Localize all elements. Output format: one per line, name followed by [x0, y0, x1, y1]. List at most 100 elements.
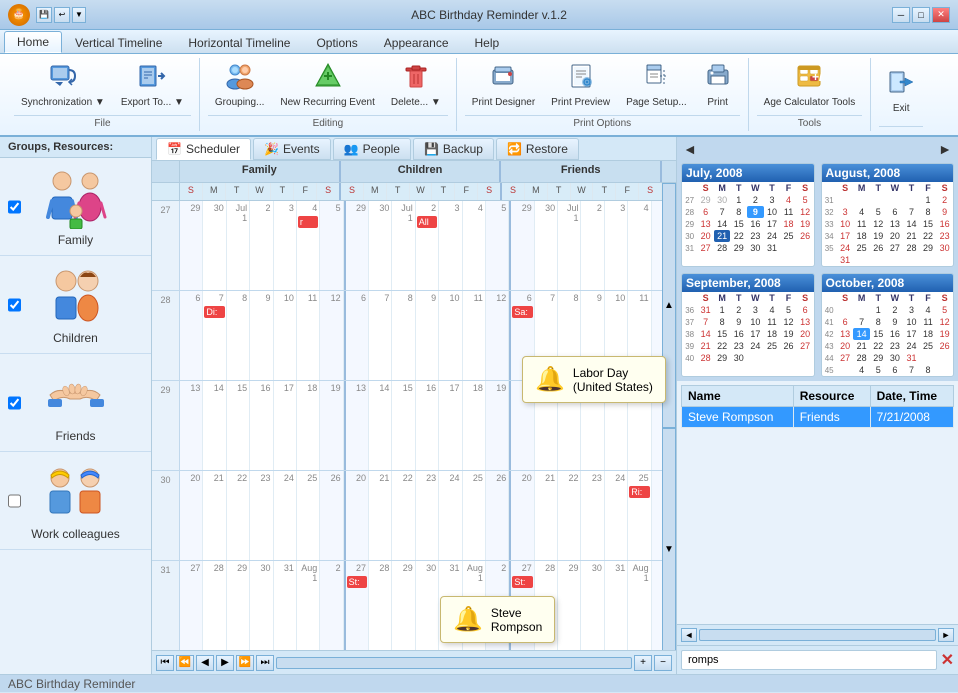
sched-day-cell[interactable]: 30 [581, 561, 604, 650]
cal-day[interactable] [903, 194, 920, 206]
cal-day[interactable]: 12 [780, 316, 797, 328]
page-setup-button[interactable]: Page Setup... [619, 58, 694, 113]
cal-day[interactable]: 3 [764, 194, 781, 206]
cal-day[interactable]: 6 [797, 304, 814, 316]
sched-day-cell[interactable]: 23 [416, 471, 439, 560]
cal-day[interactable]: 9 [730, 316, 747, 328]
sched-day-cell[interactable]: 25Ri: [628, 471, 651, 560]
cal-day[interactable]: 16 [730, 328, 747, 340]
cal-day[interactable] [837, 194, 854, 206]
cal-day[interactable]: 26 [797, 230, 814, 242]
cal-day[interactable]: 19 [797, 218, 814, 230]
cal-day[interactable]: 17 [903, 328, 920, 340]
cal-day[interactable] [936, 364, 953, 376]
cal-day[interactable]: 7 [903, 206, 920, 218]
event-item[interactable]: Sa: [512, 306, 532, 318]
cal-day[interactable] [936, 352, 953, 364]
rpanel-nav-right[interactable]: ► [938, 628, 954, 642]
friends-checkbox[interactable] [8, 396, 21, 409]
event-item[interactable]: Di: [204, 306, 224, 318]
cal-day[interactable]: 21 [853, 340, 870, 352]
sched-day-cell[interactable]: Jul 1 [392, 201, 415, 290]
event-item[interactable]: All [417, 216, 437, 228]
sched-day-cell[interactable]: 3 [274, 201, 297, 290]
sched-day-cell[interactable]: 24 [439, 471, 462, 560]
cal-day[interactable]: 6 [837, 316, 854, 328]
cal-day[interactable]: 27 [837, 352, 854, 364]
sched-day-cell[interactable]: 30 [369, 201, 392, 290]
cal-day-selected[interactable]: 21 [714, 230, 731, 242]
cal-day[interactable] [920, 352, 937, 364]
sidebar-item-work[interactable]: Work colleagues [0, 452, 151, 550]
cal-day[interactable]: 31 [903, 352, 920, 364]
cal-day[interactable]: 23 [730, 340, 747, 352]
cal-day[interactable] [797, 352, 814, 364]
cal-day[interactable]: 18 [764, 328, 781, 340]
sched-day-cell[interactable]: 11 [297, 291, 320, 380]
sched-day-cell[interactable]: 14 [369, 381, 392, 470]
sched-day-cell[interactable]: 9 [416, 291, 439, 380]
nav-first[interactable]: ⏮ [156, 655, 174, 671]
sched-day-cell[interactable]: 16 [250, 381, 273, 470]
cal-day[interactable]: 28 [903, 242, 920, 254]
sched-day-cell[interactable]: Jul 1 [227, 201, 250, 290]
sched-day-cell[interactable]: 8 [392, 291, 415, 380]
cal-day[interactable]: 28 [697, 352, 714, 364]
cal-day[interactable] [936, 254, 953, 266]
cal-day[interactable]: 6 [887, 206, 904, 218]
sched-day-cell[interactable]: 20 [511, 471, 534, 560]
sched-day-cell[interactable]: Jul 1 [558, 201, 581, 290]
cal-day[interactable]: 31 [697, 304, 714, 316]
cal-day[interactable]: 4 [920, 304, 937, 316]
sched-day-cell[interactable]: 25 [297, 471, 320, 560]
cal-day[interactable]: 22 [730, 230, 747, 242]
cal-day[interactable]: 2 [887, 304, 904, 316]
cal-day[interactable]: 23 [936, 230, 953, 242]
sched-day-cell[interactable]: 22 [392, 471, 415, 560]
sched-day-cell[interactable]: 6 [180, 291, 203, 380]
sched-day-cell[interactable]: 21 [203, 471, 226, 560]
print-designer-button[interactable]: Print Designer [465, 58, 542, 113]
cal-day[interactable]: 27 [697, 242, 714, 254]
cal-day[interactable] [780, 242, 797, 254]
cal-day[interactable]: 5 [780, 304, 797, 316]
sched-day-cell[interactable]: 31 [274, 561, 297, 650]
tab-home[interactable]: Home [4, 31, 62, 53]
sched-day-cell[interactable]: 23 [250, 471, 273, 560]
sched-day-cell[interactable]: 29 [346, 201, 369, 290]
sidebar-item-friends[interactable]: Friends [0, 354, 151, 452]
cal-day[interactable]: 11 [764, 316, 781, 328]
cal-day[interactable]: 3 [747, 304, 764, 316]
nav-zoom-out[interactable]: − [654, 655, 672, 671]
sched-day-cell[interactable]: 29 [558, 561, 581, 650]
family-checkbox[interactable] [8, 200, 21, 213]
sched-day-cell[interactable]: 4r [297, 201, 320, 290]
cal-day[interactable]: 13 [887, 218, 904, 230]
cal-day[interactable]: 4 [780, 194, 797, 206]
sched-day-cell[interactable]: Aug 1 [628, 561, 651, 650]
sched-day-cell[interactable]: 6 [346, 291, 369, 380]
sched-day-cell[interactable]: 31 [605, 561, 628, 650]
cal-day[interactable]: 15 [870, 328, 887, 340]
dropdown-btn[interactable]: ▼ [72, 7, 86, 23]
cal-day[interactable]: 17 [747, 328, 764, 340]
cal-day[interactable]: 25 [764, 340, 781, 352]
table-row[interactable]: Steve Rompson Friends 7/21/2008 [682, 407, 954, 428]
cal-day[interactable]: 22 [870, 340, 887, 352]
cal-day[interactable]: 11 [853, 218, 870, 230]
cal-day[interactable] [837, 304, 854, 316]
cal-day[interactable]: 7 [697, 316, 714, 328]
sched-day-cell[interactable]: 14 [203, 381, 226, 470]
sched-day-cell[interactable]: 15 [227, 381, 250, 470]
nav-last[interactable]: ⏭ [256, 655, 274, 671]
cal-day[interactable]: 7 [714, 206, 731, 218]
cal-day[interactable]: 24 [837, 242, 854, 254]
sched-day-cell[interactable]: 25 [463, 471, 486, 560]
cal-day-selected[interactable]: 14 [853, 328, 870, 340]
cal-day[interactable]: 8 [714, 316, 731, 328]
cal-day[interactable]: 6 [887, 364, 904, 376]
sched-day-cell[interactable]: 24 [605, 471, 628, 560]
cal-day[interactable]: 3 [837, 206, 854, 218]
cal-day[interactable]: 28 [714, 242, 731, 254]
cal-day[interactable] [853, 304, 870, 316]
